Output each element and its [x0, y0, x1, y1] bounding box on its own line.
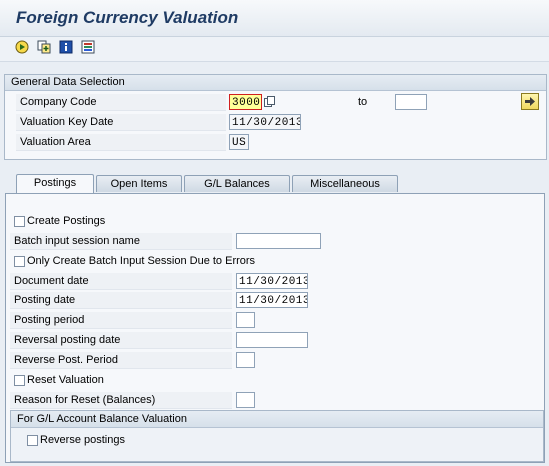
posting-period-input[interactable] [236, 312, 255, 328]
copy-icon[interactable] [36, 39, 52, 55]
reverse-period-label: Reverse Post. Period [10, 352, 232, 369]
multiple-selection-icon[interactable] [264, 96, 275, 107]
to-label: to [358, 96, 368, 108]
posting-date-input[interactable]: 11/30/2013 [236, 292, 308, 308]
tab-postings[interactable]: Postings [16, 174, 94, 193]
application-toolbar [0, 37, 549, 62]
arrow-right-icon[interactable] [521, 93, 539, 110]
reverse-postings-label: Reverse postings [40, 434, 125, 446]
reason-reset-input[interactable] [236, 392, 255, 408]
valuation-key-date-label: Valuation Key Date [16, 114, 226, 131]
batch-session-input[interactable] [236, 233, 321, 249]
document-date-input[interactable]: 11/30/2013 [236, 273, 308, 289]
group-header: General Data Selection [5, 75, 546, 91]
valuation-key-date-input[interactable]: 11/30/2013 [229, 114, 301, 130]
info-icon[interactable] [58, 39, 74, 55]
posting-period-label: Posting period [10, 312, 232, 329]
valuation-area-input[interactable]: US [229, 134, 249, 150]
reason-reset-label: Reason for Reset (Balances) [10, 392, 232, 409]
gl-group-header: For G/L Account Balance Valuation [11, 411, 543, 428]
create-postings-label: Create Postings [27, 215, 106, 227]
posting-date-label: Posting date [10, 292, 232, 309]
company-code-input[interactable]: 3000 [229, 94, 262, 110]
reversal-date-label: Reversal posting date [10, 332, 232, 349]
company-code-label: Company Code [16, 94, 226, 111]
only-batch-label: Only Create Batch Input Session Due to E… [27, 255, 256, 267]
title-bar: Foreign Currency Valuation [0, 0, 549, 37]
create-postings-checkbox[interactable] [14, 216, 25, 227]
reset-valuation-checkbox[interactable] [14, 375, 25, 386]
company-code-to-input[interactable] [395, 94, 427, 110]
tab-miscellaneous[interactable]: Miscellaneous [292, 175, 398, 192]
reversal-date-input[interactable] [236, 332, 308, 348]
reverse-postings-checkbox[interactable] [27, 435, 38, 446]
tab-gl-balances[interactable]: G/L Balances [184, 175, 290, 192]
layout-icon[interactable] [80, 39, 96, 55]
reverse-period-input[interactable] [236, 352, 255, 368]
execute-icon[interactable] [14, 39, 30, 55]
document-date-label: Document date [10, 273, 232, 290]
tab-open-items[interactable]: Open Items [96, 175, 182, 192]
only-batch-checkbox[interactable] [14, 256, 25, 267]
batch-session-label: Batch input session name [10, 233, 232, 250]
page-title: Foreign Currency Valuation [16, 8, 239, 27]
valuation-area-label: Valuation Area [16, 134, 226, 151]
reset-valuation-label: Reset Valuation [27, 374, 104, 386]
